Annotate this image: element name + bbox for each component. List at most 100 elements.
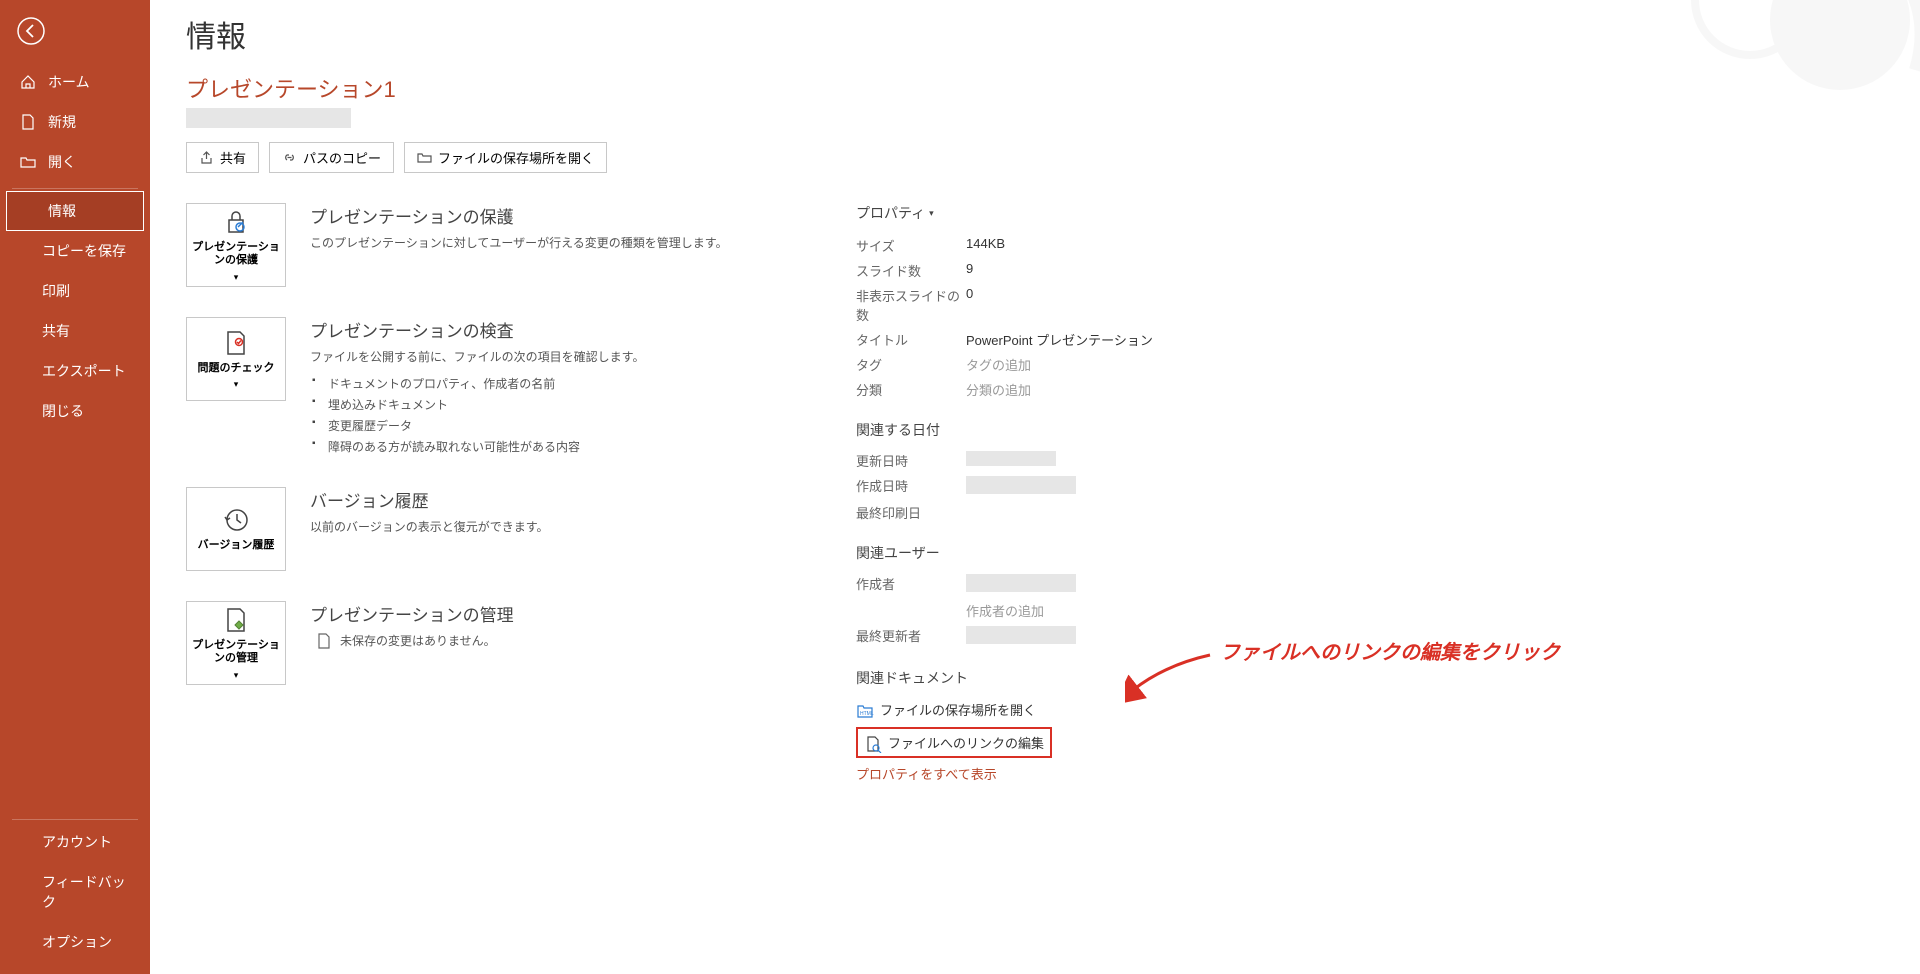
folder-open-icon xyxy=(20,154,36,170)
button-label: バージョン履歴 xyxy=(198,539,275,553)
prop-row-lastmod: 最終更新者 xyxy=(856,623,1196,650)
copy-path-button[interactable]: パスのコピー xyxy=(269,142,394,173)
inspect-items: ドキュメントのプロパティ、作成者の名前 埋め込みドキュメント 変更履歴データ 障… xyxy=(310,373,644,457)
protect-section: プレゼンテーションの保護 ▾ プレゼンテーションの保護 このプレゼンテーションに… xyxy=(186,203,766,287)
add-author-link: 作成者の追加 xyxy=(966,601,1044,620)
prop-row-author: 作成者 xyxy=(856,571,1196,598)
share-button[interactable]: 共有 xyxy=(186,142,259,173)
action-row: 共有 パスのコピー ファイルの保存場所を開く xyxy=(186,142,1884,173)
show-all-properties-link[interactable]: プロパティをすべて表示 xyxy=(856,764,1196,783)
prop-label: 更新日時 xyxy=(856,451,966,470)
new-doc-icon xyxy=(20,114,36,130)
section-desc: 未保存の変更はありません。 xyxy=(340,632,496,649)
prop-value: 144KB xyxy=(966,236,1005,255)
prop-row-add-author[interactable]: 作成者の追加 xyxy=(856,598,1196,623)
manage-icon xyxy=(221,605,251,635)
edit-link-icon xyxy=(864,735,880,751)
document-icon xyxy=(316,633,332,649)
prop-row-category[interactable]: 分類分類の追加 xyxy=(856,377,1196,402)
nav-label: 開く xyxy=(48,152,76,172)
link-label: ファイルの保存場所を開く xyxy=(880,700,1036,719)
nav-export[interactable]: エクスポート xyxy=(0,351,150,391)
nav-info[interactable]: 情報 xyxy=(6,191,144,231)
nav-label: フィードバック xyxy=(42,872,132,912)
nav-label: 共有 xyxy=(42,321,70,341)
manage-section: プレゼンテーションの管理 ▾ プレゼンテーションの管理 未保存の変更はありません… xyxy=(186,601,766,685)
prop-value-placeholder: タグの追加 xyxy=(966,355,1031,374)
backstage-sidebar: ホーム 新規 開く 情報 コピーを保存 印刷 共有 エクスポート 閉じる アカウ… xyxy=(0,0,150,974)
file-title: プレゼンテーション1 xyxy=(186,72,1884,104)
nav-home[interactable]: ホーム xyxy=(0,62,150,102)
divider xyxy=(12,819,138,820)
nav-label: オプション xyxy=(42,932,112,952)
protect-presentation-button[interactable]: プレゼンテーションの保護 ▾ xyxy=(186,203,286,287)
nav-open[interactable]: 開く xyxy=(0,142,150,182)
list-item: 埋め込みドキュメント xyxy=(310,394,644,415)
check-for-issues-button[interactable]: 問題のチェック ▾ xyxy=(186,317,286,401)
nav-label: 印刷 xyxy=(42,281,70,301)
button-label: 問題のチェック xyxy=(198,362,275,376)
history-section: バージョン履歴 バージョン履歴 以前のバージョンの表示と復元ができます。 xyxy=(186,487,766,571)
inspect-section: 問題のチェック ▾ プレゼンテーションの検査 ファイルを公開する前に、ファイルの… xyxy=(186,317,766,457)
back-arrow-icon xyxy=(16,16,46,46)
prop-label: 作成者 xyxy=(856,574,966,595)
link-icon xyxy=(282,150,297,165)
properties-header-label: プロパティ xyxy=(856,203,925,223)
prop-label: 最終更新者 xyxy=(856,626,966,647)
list-item: ドキュメントのプロパティ、作成者の名前 xyxy=(310,373,644,394)
prop-row-modified: 更新日時 xyxy=(856,448,1196,473)
related-docs-header: 関連ドキュメント xyxy=(856,668,1196,688)
redacted-value xyxy=(966,626,1076,644)
folder-icon xyxy=(417,150,432,165)
nav-label: ホーム xyxy=(48,72,90,92)
back-button[interactable] xyxy=(12,12,50,50)
edit-links-highlighted[interactable]: ファイルへのリンクの編集 xyxy=(856,727,1052,758)
prop-row-title[interactable]: タイトルPowerPoint プレゼンテーション xyxy=(856,327,1196,352)
history-body: バージョン履歴 以前のバージョンの表示と復元ができます。 xyxy=(310,487,549,535)
properties-dropdown[interactable]: プロパティ ▾ xyxy=(856,203,1196,223)
nav-label: 新規 xyxy=(48,112,76,132)
prop-label: スライド数 xyxy=(856,261,966,280)
page-title: 情報 xyxy=(186,12,1884,56)
button-label: プレゼンテーションの保護 xyxy=(191,241,281,269)
section-desc: 以前のバージョンの表示と復元ができます。 xyxy=(310,518,549,535)
nav-label: コピーを保存 xyxy=(42,241,126,261)
section-desc: このプレゼンテーションに対してユーザーが行える変更の種類を管理します。 xyxy=(310,234,728,251)
link-label: ファイルへのリンクの編集 xyxy=(888,733,1044,752)
redacted-value xyxy=(966,451,1056,466)
nav-share[interactable]: 共有 xyxy=(0,311,150,351)
manage-body: プレゼンテーションの管理 未保存の変更はありません。 xyxy=(310,601,514,649)
main-content: 情報 プレゼンテーション1 共有 パスのコピー ファイルの保存場所を開く プレゼ… xyxy=(150,0,1920,974)
prop-label: 非表示スライドの数 xyxy=(856,286,966,324)
button-label: 共有 xyxy=(220,148,246,167)
nav-label: アカウント xyxy=(42,832,112,852)
share-icon xyxy=(199,150,214,165)
info-cards-column: プレゼンテーションの保護 ▾ プレゼンテーションの保護 このプレゼンテーションに… xyxy=(186,203,766,783)
open-file-location-link[interactable]: HTML ファイルの保存場所を開く xyxy=(856,696,1196,723)
nav-feedback[interactable]: フィードバック xyxy=(0,862,150,922)
open-location-button[interactable]: ファイルの保存場所を開く xyxy=(404,142,607,173)
button-label: パスのコピー xyxy=(303,148,381,167)
nav-close[interactable]: 閉じる xyxy=(0,391,150,431)
version-history-button[interactable]: バージョン履歴 xyxy=(186,487,286,571)
nav-label: 閉じる xyxy=(42,401,84,421)
related-dates-header: 関連する日付 xyxy=(856,420,1196,440)
prop-row-printed: 最終印刷日 xyxy=(856,500,1196,525)
prop-row-hidden: 非表示スライドの数0 xyxy=(856,283,1196,327)
nav-options[interactable]: オプション xyxy=(0,922,150,962)
home-icon xyxy=(20,74,36,90)
nav-new[interactable]: 新規 xyxy=(0,102,150,142)
chevron-down-icon: ▾ xyxy=(234,272,239,283)
protect-body: プレゼンテーションの保護 このプレゼンテーションに対してユーザーが行える変更の種… xyxy=(310,203,728,251)
manage-presentation-button[interactable]: プレゼンテーションの管理 ▾ xyxy=(186,601,286,685)
section-title: バージョン履歴 xyxy=(310,487,549,512)
prop-label: タイトル xyxy=(856,330,966,349)
nav-print[interactable]: 印刷 xyxy=(0,271,150,311)
svg-text:HTML: HTML xyxy=(860,711,874,717)
nav-save-copy[interactable]: コピーを保存 xyxy=(0,231,150,271)
nav-account[interactable]: アカウント xyxy=(0,822,150,862)
prop-row-tags[interactable]: タグタグの追加 xyxy=(856,352,1196,377)
section-title: プレゼンテーションの管理 xyxy=(310,601,514,626)
button-label: ファイルの保存場所を開く xyxy=(438,148,594,167)
redacted-value xyxy=(966,476,1076,494)
